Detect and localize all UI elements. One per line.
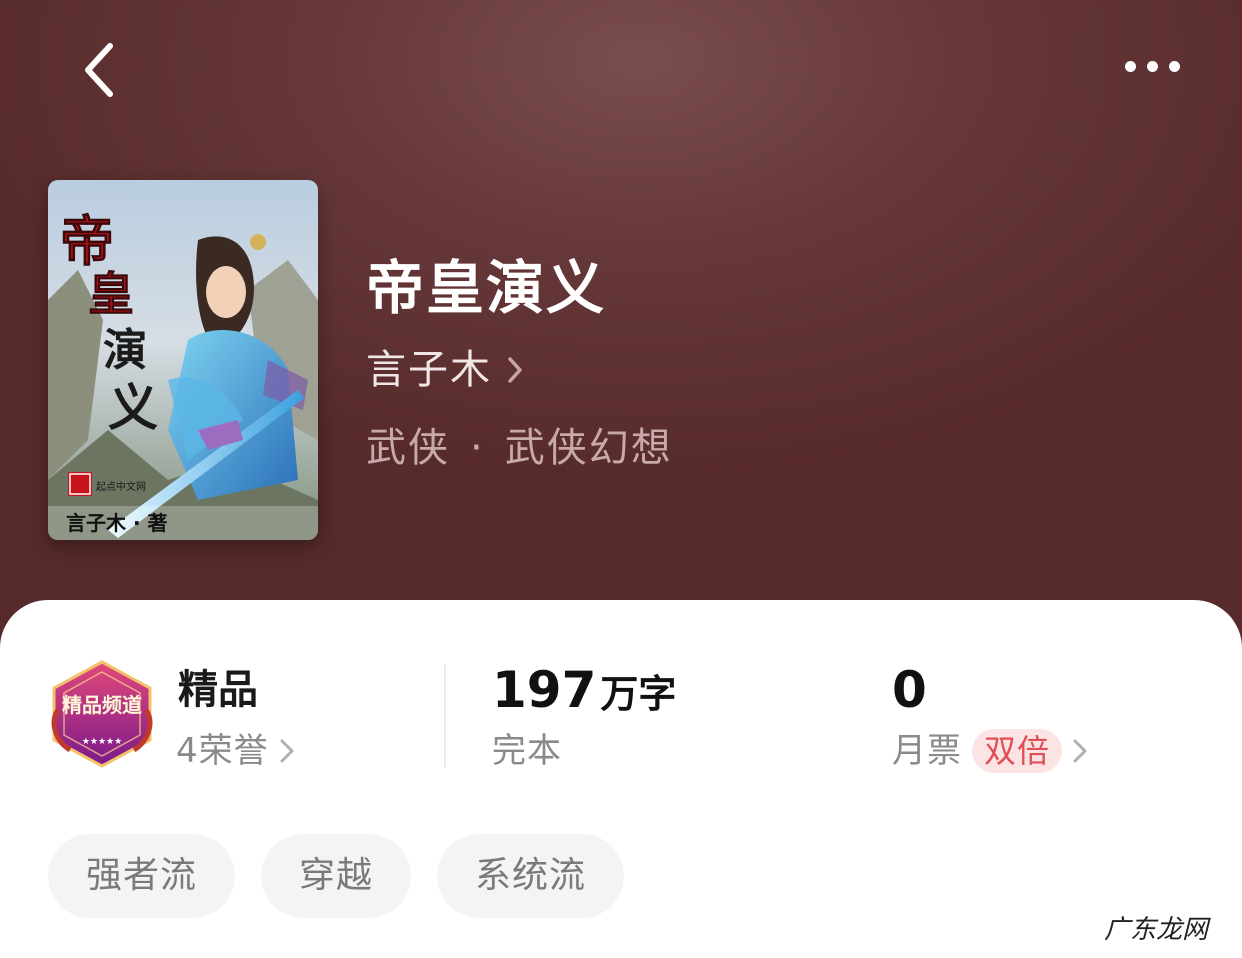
monthly-ticket-link[interactable]: 月票 双倍 xyxy=(892,726,1088,776)
badge-text: 精品频道 xyxy=(62,693,142,717)
genre: 武侠 xyxy=(366,425,450,471)
cover-title-char: 义 xyxy=(108,378,158,437)
premium-channel-badge-icon[interactable]: 精品频道 ★★★★★ xyxy=(50,660,154,772)
honor-count-link[interactable]: 4荣誉 xyxy=(176,726,295,776)
genre-info: 武侠 · 武侠幻想 xyxy=(366,418,673,478)
tag-list: 强者流 穿越 系统流 xyxy=(48,834,625,918)
svg-text:★★★★★: ★★★★★ xyxy=(82,737,122,747)
tag-chip[interactable]: 穿越 xyxy=(261,834,412,918)
watermark: 广东龙网 xyxy=(1104,915,1209,945)
completion-status: 完本 xyxy=(492,726,562,776)
more-dots-icon xyxy=(1124,60,1136,72)
chevron-right-icon xyxy=(280,739,294,763)
more-dot xyxy=(1146,60,1158,72)
author-link[interactable]: 言子木 xyxy=(366,340,524,400)
double-badge: 双倍 xyxy=(972,729,1063,773)
book-cover-art: 帝 皇 演 义 起点中文网 言子木 · 著 xyxy=(48,180,318,540)
subgenre: 武侠幻想 xyxy=(504,425,673,471)
word-count: 197 万字 xyxy=(492,660,676,724)
cover-publisher: 起点中文网 xyxy=(96,480,146,493)
cover-author-credit: 言子木 · 著 xyxy=(66,511,168,535)
status-text: 完本 xyxy=(492,731,562,771)
monthly-ticket-count: 0 xyxy=(892,660,927,724)
more-options-button[interactable] xyxy=(1112,36,1192,96)
cover-title-char: 皇 xyxy=(88,267,134,321)
word-count-number: 197 xyxy=(492,661,597,719)
top-bar xyxy=(0,0,1242,130)
cover-title-char: 帝 xyxy=(60,209,114,273)
author-name: 言子木 xyxy=(366,347,492,393)
cover-title-char: 演 xyxy=(103,325,147,376)
genre-separator: · xyxy=(470,425,485,471)
honor-label: 精品 xyxy=(178,667,258,713)
ticket-label: 月票 xyxy=(892,731,962,771)
book-cover[interactable]: 帝 皇 演 义 起点中文网 言子木 · 著 xyxy=(48,180,318,540)
book-title: 帝皇演义 xyxy=(366,254,607,322)
chevron-right-icon xyxy=(1073,739,1087,763)
chevron-left-icon xyxy=(85,43,113,97)
honor-count: 4荣誉 xyxy=(176,731,269,771)
ticket-count-number: 0 xyxy=(892,661,927,719)
stat-divider xyxy=(444,664,446,768)
more-dot xyxy=(1168,60,1180,72)
back-button[interactable] xyxy=(60,30,140,110)
tag-chip[interactable]: 系统流 xyxy=(437,834,625,918)
word-count-unit: 万字 xyxy=(600,672,677,716)
chevron-right-icon xyxy=(508,357,522,383)
tag-chip[interactable]: 强者流 xyxy=(48,834,236,918)
